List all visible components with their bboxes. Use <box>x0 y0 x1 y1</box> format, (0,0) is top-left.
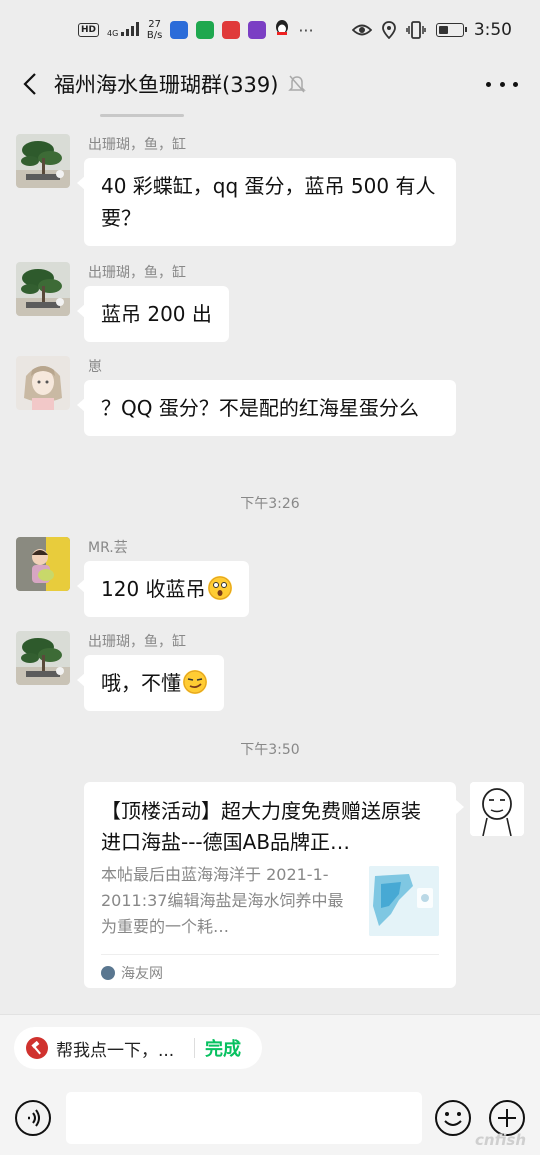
sketch-face-avatar[interactable] <box>470 782 524 836</box>
time-divider: 下午3:26 <box>240 496 300 512</box>
network-type: 4G <box>107 22 139 38</box>
sender-name: 崽 <box>88 359 102 375</box>
message-bubble[interactable]: 哦，不懂 <box>77 655 224 711</box>
message-item: 出珊瑚，鱼，缸 哦，不懂 <box>16 631 526 711</box>
speed-value: 27 <box>148 19 161 30</box>
bonsai-avatar[interactable] <box>16 134 70 188</box>
quick-reply-panel: 帮我点一下，... 完成 <box>0 1014 540 1084</box>
status-time: 3:50 <box>473 20 512 40</box>
card-source: 海友网 <box>121 966 163 982</box>
chip-divider <box>194 1038 195 1058</box>
more-notifications-icon: ··· <box>298 20 314 40</box>
status-bar-right: 3:50 <box>351 20 512 40</box>
card-thumbnail <box>369 866 439 936</box>
book-app-icon <box>196 21 215 39</box>
message-item: 出珊瑚，鱼，缸 蓝吊 200 出 <box>16 262 526 342</box>
chat-header: 福州海水鱼珊瑚群(339) <box>0 60 540 108</box>
battery-icon <box>435 23 467 37</box>
time-divider: 下午3:50 <box>240 742 300 758</box>
back-arrow-icon[interactable] <box>16 70 44 98</box>
message-input[interactable] <box>66 1092 422 1144</box>
done-button[interactable]: 完成 <box>205 1035 241 1061</box>
message-text: 40 彩蝶缸，qq 蛋分，蓝吊 500 有人要？ <box>101 174 436 230</box>
card-footer: 海友网 <box>101 954 439 983</box>
message-text: 哦，不懂 <box>101 671 181 695</box>
message-item: 崽 ？QQ 蛋分？不是配的红海星蛋分么 <box>16 356 526 468</box>
message-text: 120 收蓝吊 <box>101 577 206 601</box>
network-label: 4G <box>107 29 119 38</box>
smirk-emoji <box>183 670 207 694</box>
scroll-edge-hint <box>100 114 184 117</box>
sender-name: MR.芸 <box>88 540 128 556</box>
bell-off-icon <box>288 74 307 94</box>
red-book-icon <box>222 21 241 39</box>
quick-reply-chip[interactable]: 帮我点一下，... 完成 <box>14 1027 262 1069</box>
signal-icon <box>120 22 139 36</box>
watermark: cnfish <box>475 1131 526 1149</box>
hammer-icon <box>26 1037 48 1059</box>
anime-avatar[interactable] <box>16 356 70 410</box>
input-bar: cnfish <box>0 1084 540 1155</box>
voice-icon[interactable] <box>14 1099 52 1137</box>
status-bar-left: HD 4G 27 B/s ··· <box>78 19 314 41</box>
more-dots-icon[interactable] <box>486 70 518 98</box>
message-bubble[interactable]: 蓝吊 200 出 <box>77 286 229 342</box>
network-speed: 27 B/s <box>147 19 162 41</box>
sender-name: 出珊瑚，鱼，缸 <box>88 634 186 650</box>
baidu-map-icon <box>170 21 189 39</box>
card-title: 【顶楼活动】超大力度免费赠送原装进口海盐---德国AB品牌正… <box>101 799 421 854</box>
hd-badge: HD <box>78 23 100 37</box>
vibrate-icon <box>406 21 426 39</box>
message-text: ？QQ 蛋分？不是配的红海星蛋分么 <box>101 396 419 420</box>
message-item: MR.芸 120 收蓝吊 <box>16 537 526 617</box>
message-item: 出珊瑚，鱼，缸 40 彩蝶缸，qq 蛋分，蓝吊 500 有人要？ <box>16 134 526 246</box>
message-bubble[interactable]: ？QQ 蛋分？不是配的红海星蛋分么 <box>77 380 456 436</box>
purple-app-icon <box>248 21 267 39</box>
source-logo-icon <box>101 966 115 980</box>
shocked-emoji <box>207 576 232 600</box>
status-bar: HD 4G 27 B/s ··· 3:50 <box>0 0 540 60</box>
message-bubble[interactable]: 120 收蓝吊 <box>77 561 249 617</box>
qq-icon <box>274 19 290 41</box>
child-avatar[interactable] <box>16 537 70 591</box>
message-bubble[interactable]: 40 彩蝶缸，qq 蛋分，蓝吊 500 有人要？ <box>77 158 456 246</box>
card-description: 本帖最后由蓝海海洋于 2021-1-2011:37编辑海盐是海水饲养中最为重要的… <box>101 865 344 936</box>
emoji-icon[interactable] <box>434 1099 472 1137</box>
message-text: 蓝吊 200 出 <box>101 302 212 326</box>
link-card[interactable]: 【顶楼活动】超大力度免费赠送原装进口海盐---德国AB品牌正… 本帖最后由蓝海海… <box>84 782 464 988</box>
eye-icon <box>351 24 372 36</box>
quick-reply-text: 帮我点一下，... <box>56 1040 175 1061</box>
speed-unit: B/s <box>146 30 163 41</box>
bonsai-avatar[interactable] <box>16 262 70 316</box>
sender-name: 出珊瑚，鱼，缸 <box>88 137 186 153</box>
chat-title: 福州海水鱼珊瑚群(339) <box>54 73 279 97</box>
location-icon <box>381 21 396 39</box>
bonsai-avatar[interactable] <box>16 631 70 685</box>
sender-name: 出珊瑚，鱼，缸 <box>88 265 186 281</box>
